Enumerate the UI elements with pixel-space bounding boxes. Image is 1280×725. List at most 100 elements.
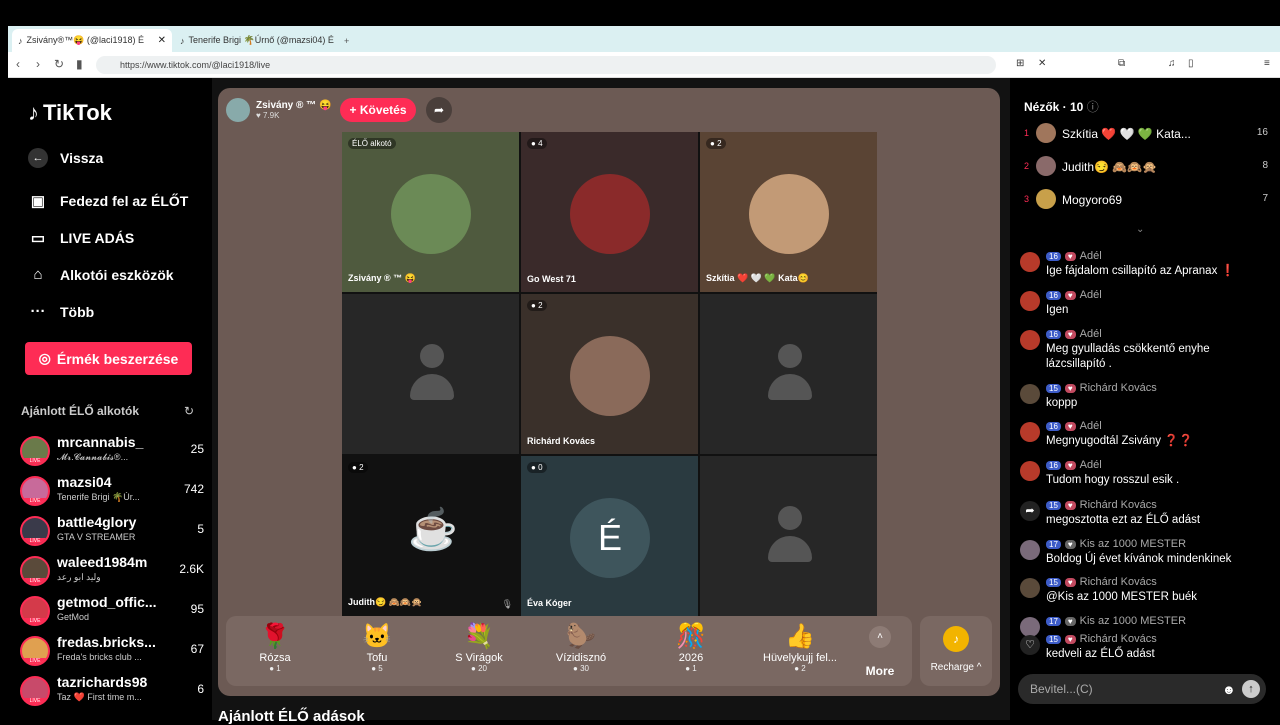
guest-cell[interactable]: ☕ ● 2 Judith😏 🙈🙉🙊 🎙 [342,456,519,616]
chat-username[interactable]: Richárd Kovács [1080,382,1157,394]
avatar[interactable] [1020,252,1040,272]
recharge-button[interactable]: ♪ Recharge ^ [920,616,992,686]
back-button[interactable]: ← Vissza [28,148,103,168]
avatar[interactable] [1020,461,1040,481]
sidebar-item-discover-live[interactable]: ▣ Fedezd fel az ÉLŐT [28,192,188,210]
browser-tab-active[interactable]: ♪ Zsivány®™😝 (@laci1918) É ✕ [12,29,172,52]
url-field[interactable]: https://www.tiktok.com/@laci1918/live [96,56,996,74]
gift-price: ● 5 [371,664,383,673]
creator-subtitle: Freda's bricks club ... [57,652,142,662]
tiktok-favicon-icon: ♪ [18,35,23,46]
coffee-cup-icon: ☕ [408,508,458,552]
gift-price: ● 30 [573,664,589,673]
expand-viewers-icon[interactable]: ⌄ [1136,224,1144,235]
live-badge: LIVE [22,658,48,664]
chat-username[interactable]: Richárd Kovács [1080,633,1157,645]
new-tab-icon[interactable]: + [338,29,358,52]
chat-panel: Nézők · 10 ⓘ 1 Szkítia ❤️ 🤍 💚 Kata... 16… [1010,78,1280,720]
sidebar-item-more[interactable]: ··· Több [28,303,95,320]
guest-cell[interactable]: É ● 0 Éva Kóger [521,456,698,616]
chat-username[interactable]: Adél [1080,420,1102,432]
back-label: Vissza [60,150,104,166]
get-coins-button[interactable]: ◎ Érmék beszerzése [25,342,192,375]
refresh-icon[interactable]: ↻ [184,404,194,418]
top-viewer[interactable]: 2 Judith😏 🙈🙉🙊 8 [1024,155,1268,179]
chat-username[interactable]: Adél [1080,328,1102,340]
creator-item[interactable]: LIVE mazsi04 Tenerife Brigi 🌴Úr... 742 [20,474,206,510]
live-badge: LIVE [22,538,48,544]
host-info[interactable]: Zsivány ® ™ 😝 ♥ 7.9K [226,96,331,124]
extension-icon[interactable]: ✕ [1038,58,1046,69]
media-icon[interactable]: ♫ [1168,58,1176,69]
tiktok-logo[interactable]: ♪ TikTok [28,100,112,126]
chat-username[interactable]: Adél [1080,459,1102,471]
reload-icon[interactable]: ↻ [54,57,64,71]
rose-icon: 🌹 [260,623,290,650]
creator-item[interactable]: LIVE mrcannabis_ 𝓜𝓻.𝓒𝓪𝓷𝓷𝓪𝓫𝓲𝓼®... 25 [20,434,206,470]
sidebar-item-creator-tools[interactable]: ⌂ Alkotói eszközök [28,266,173,283]
chat-username[interactable]: Richárd Kovács [1080,499,1157,511]
back-arrow-icon[interactable]: ‹ [16,57,20,71]
top-viewer[interactable]: 1 Szkítia ❤️ 🤍 💚 Kata... 16 [1024,122,1268,146]
level-badge: 15 [1046,383,1061,393]
more-gifts-button[interactable]: ˄ More [858,626,902,678]
avatar[interactable] [1020,617,1040,637]
send-icon[interactable]: ↑ [1242,680,1260,698]
avatar[interactable] [1020,540,1040,560]
sidebar-toggle-icon[interactable]: ▯ [1188,58,1194,69]
follow-button[interactable]: + Követés [340,98,416,122]
browser-tab[interactable]: ♪ Tenerife Brigi 🌴Úrnő (@mazsi04) É [174,29,334,52]
creator-item[interactable]: LIVE tazrichards98 Taz ❤️ First time m..… [20,674,206,710]
extensions-puzzle-icon[interactable]: ⧉ [1118,58,1125,69]
gift-item[interactable]: 🌹 Rózsa ● 1 [230,622,320,673]
gift-price: ● 2 [794,664,806,673]
avatar[interactable] [1020,330,1040,350]
guest-cell[interactable]: ● 4 Go West 71 [521,132,698,292]
creator-item[interactable]: LIVE battle4glory GTA V STREAMER 5 [20,514,206,550]
menu-icon[interactable]: ≡ [1264,58,1270,69]
chat-username[interactable]: Richárd Kovács [1080,576,1157,588]
avatar[interactable] [1020,578,1040,598]
chat-username[interactable]: Adél [1080,289,1102,301]
translate-icon[interactable]: ⊞ [1016,58,1024,69]
empty-guest-slot[interactable] [700,294,877,454]
level-badge: 15 [1046,577,1061,587]
avatar[interactable] [1020,422,1040,442]
guest-avatar [570,336,650,416]
level-badge: 15 [1046,634,1061,644]
creator-tools-icon: ⌂ [33,266,43,283]
gift-item[interactable]: 🎊 2026 ● 1 [646,622,736,673]
guest-cell[interactable]: ● 2 Richárd Kovács [521,294,698,454]
bookmark-icon[interactable]: ▮ [76,57,83,71]
creator-item[interactable]: LIVE getmod_offic... GetMod 95 [20,594,206,630]
heart-icon: ♡ [1020,635,1040,655]
share-icon[interactable]: ➦ [426,97,452,123]
empty-user-icon [768,344,812,404]
guest-cell[interactable]: ÉLŐ alkotó Zsivány ® ™ 😝 [342,132,519,292]
gift-item[interactable]: 💐 S Virágok ● 20 [434,622,524,673]
info-icon[interactable]: ⓘ [1087,100,1099,114]
chat-text: Ige fájdalom csillapító az Apranax ❗ [1046,265,1235,277]
forward-arrow-icon[interactable]: › [36,57,40,71]
gift-item[interactable]: 🐱 Tofu ● 5 [332,622,422,673]
creator-item[interactable]: LIVE waleed1984m وليد ابو رعد 2.6K [20,554,206,590]
top-viewer[interactable]: 3 Mogyoro69 7 [1024,188,1268,212]
chat-username[interactable]: Kis az 1000 MESTER [1080,538,1186,550]
coin-icon: ◎ [38,350,51,366]
sidebar-item-live[interactable]: ▭ LIVE ADÁS [28,229,134,247]
guest-cell[interactable]: ● 2 Szkítia ❤️ 🤍 💚 Kata😊 [700,132,877,292]
chat-username[interactable]: Adél [1080,250,1102,262]
gift-item[interactable]: 🦫 Vízidisznó ● 30 [536,622,626,673]
emoji-icon[interactable]: ☻ [1222,682,1236,697]
creator-item[interactable]: LIVE fredas.bricks... Freda's bricks clu… [20,634,206,670]
thumbs-up-icon: 👍 [785,623,815,650]
host-avatar[interactable] [226,98,250,122]
close-tab-icon[interactable]: ✕ [158,35,166,46]
avatar[interactable] [1020,291,1040,311]
avatar[interactable] [1020,384,1040,404]
chat-username[interactable]: Kis az 1000 MESTER [1080,615,1186,627]
gift-item[interactable]: 👍 Hüvelykujj fel... ● 2 [746,622,854,673]
gift-price-value: 30 [580,664,589,673]
empty-guest-slot[interactable] [700,456,877,616]
empty-guest-slot[interactable] [342,294,519,454]
